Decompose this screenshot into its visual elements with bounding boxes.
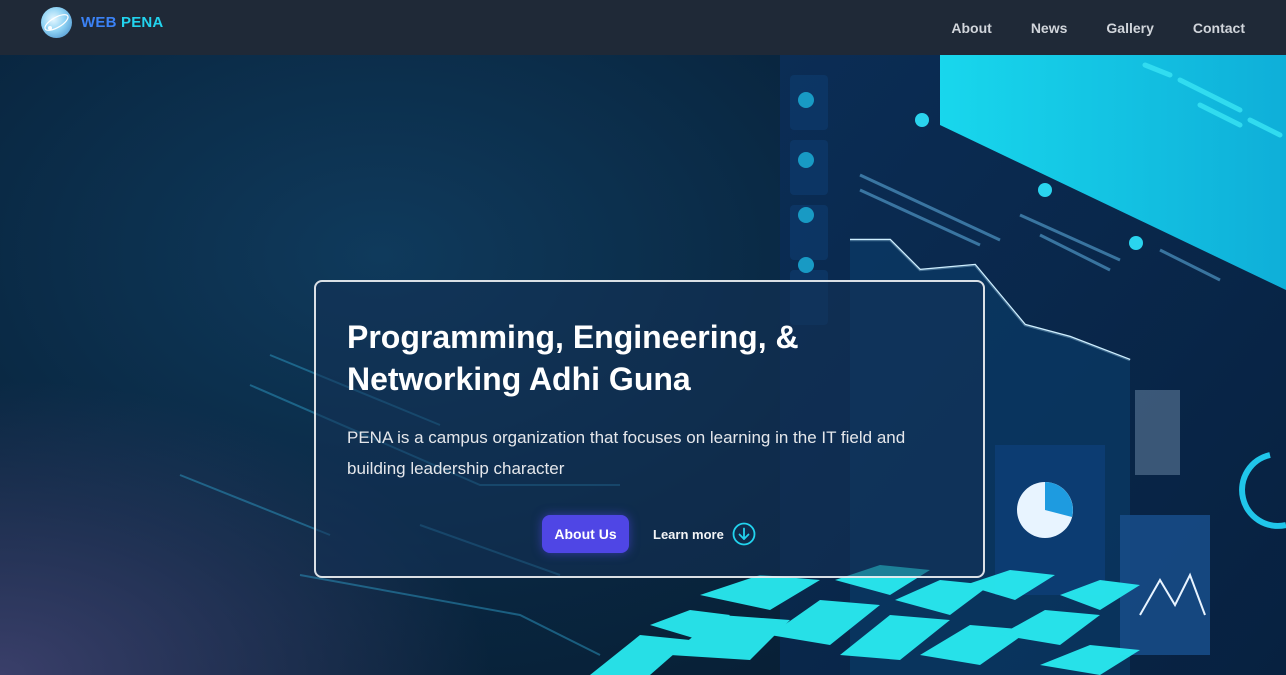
globe-logo-icon <box>41 7 72 38</box>
hero-title: Programming, Engineering, & Networking A… <box>347 319 799 397</box>
nav-link-news[interactable]: News <box>1031 20 1068 36</box>
brand-name: WEB PENA <box>81 14 163 31</box>
hero-description: PENA is a campus organization that focus… <box>347 428 906 478</box>
learn-more-link[interactable]: Learn more <box>653 522 756 546</box>
hero-actions: About Us Learn more <box>542 515 756 553</box>
hero-card: Programming, Engineering, & Networking A… <box>314 280 985 578</box>
nav-link-about[interactable]: About <box>951 20 991 36</box>
about-us-button[interactable]: About Us <box>542 515 629 553</box>
arrow-down-circle-icon <box>732 522 756 546</box>
nav-link-gallery[interactable]: Gallery <box>1106 20 1153 36</box>
hero-section: Programming, Engineering, & Networking A… <box>0 55 1286 675</box>
brand[interactable]: WEB PENA <box>41 7 163 38</box>
brand-pena: PENA <box>120 14 164 31</box>
navbar: WEB PENA About News Gallery Contact <box>0 0 1286 55</box>
nav-link-contact[interactable]: Contact <box>1193 20 1245 36</box>
learn-more-label: Learn more <box>653 526 724 542</box>
brand-web: WEB <box>81 14 117 31</box>
nav-links: About News Gallery Contact <box>951 0 1245 55</box>
